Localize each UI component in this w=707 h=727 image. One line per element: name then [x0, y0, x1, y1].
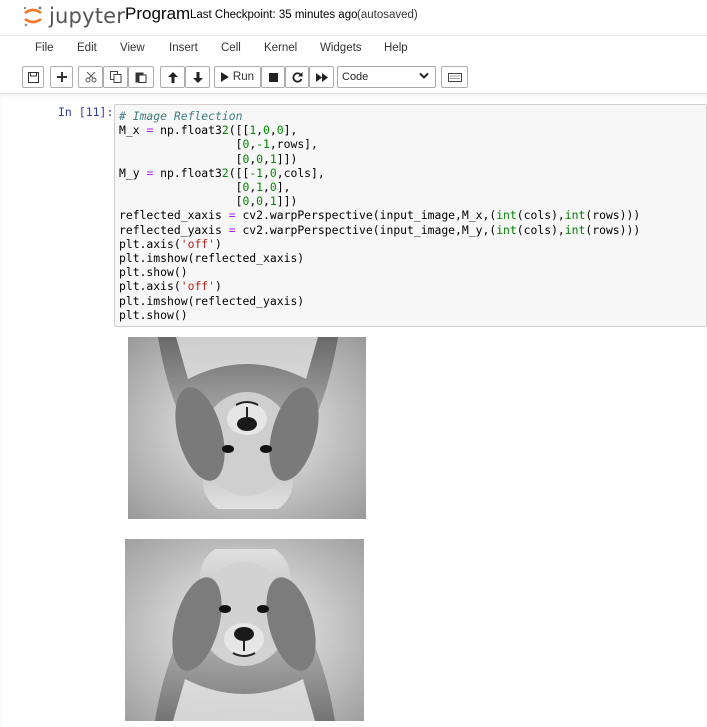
input-prompt: In [11]:: [58, 105, 114, 119]
code-line: plt.show(): [119, 265, 188, 280]
checkpoint-status: Last Checkpoint: 35 minutes ago: [190, 9, 358, 21]
jupyter-logo[interactable]: jupyter: [22, 4, 125, 28]
cell-type-select[interactable]: Code: [337, 66, 436, 88]
restart-button[interactable]: [285, 66, 309, 88]
restart-icon: [292, 71, 302, 83]
code-line: reflected_xaxis = cv2.warpPerspective(in…: [119, 208, 641, 223]
restart-run-all-button[interactable]: [309, 66, 334, 88]
output-image-reflected-y: [125, 539, 364, 721]
code-line: [0,0,1]]): [119, 194, 298, 209]
dog-image-flipped: [128, 337, 366, 519]
output-image-reflected-x: [128, 337, 366, 519]
code-line: [0,-1,rows],: [119, 137, 318, 152]
fast-forward-icon: [315, 72, 328, 82]
arrow-up-icon: [167, 71, 178, 83]
command-palette-button[interactable]: [441, 66, 468, 88]
menu-file[interactable]: File: [35, 42, 54, 54]
play-icon: [221, 72, 229, 82]
copy-button[interactable]: [103, 66, 128, 88]
jupyter-logo-icon: [22, 5, 44, 27]
save-icon: [27, 71, 39, 83]
code-line: plt.show(): [119, 307, 188, 322]
menu-kernel[interactable]: Kernel: [264, 42, 297, 54]
code-line: reflected_yaxis = cv2.warpPerspective(in…: [119, 222, 641, 237]
cell-type-value: Code: [342, 71, 369, 83]
insert-cell-button[interactable]: [50, 66, 73, 88]
stop-icon: [268, 72, 278, 82]
menu-view[interactable]: View: [120, 42, 145, 54]
code-line: [0,0,1]]): [119, 151, 298, 166]
code-line: plt.imshow(reflected_yaxis): [119, 293, 305, 308]
cut-icon: [85, 71, 96, 82]
save-button[interactable]: [22, 66, 44, 88]
menu-edit[interactable]: Edit: [77, 42, 97, 54]
notebook-header: jupyter Program Last Checkpoint: 35 minu…: [0, 0, 707, 34]
plus-icon: [56, 72, 67, 82]
menu-help[interactable]: Help: [384, 42, 408, 54]
notebook-toolbar: Run Code: [0, 62, 707, 92]
copy-icon: [109, 71, 121, 83]
arrow-down-icon: [192, 71, 203, 83]
code-line: plt.axis('off'): [119, 236, 222, 251]
code-cell[interactable]: # Image Reflection M_x = np.float32([[1,0…: [114, 104, 707, 327]
interrupt-button[interactable]: [261, 66, 285, 88]
code-editor[interactable]: # Image Reflection M_x = np.float32([[1,0…: [119, 109, 640, 322]
code-line: plt.imshow(reflected_xaxis): [119, 251, 305, 266]
run-label: Run: [232, 71, 254, 83]
code-line: M_x = np.float32([[1,0,0],: [119, 123, 298, 138]
run-button[interactable]: Run: [214, 66, 261, 88]
logo-text: jupyter: [49, 4, 126, 28]
menu-bar: File Edit View Insert Cell Kernel Widget…: [0, 35, 707, 61]
paste-button[interactable]: [128, 66, 154, 88]
code-line: M_y = np.float32([[-1,0,cols],: [119, 165, 325, 180]
paste-icon: [135, 72, 147, 83]
code-line: # Image Reflection: [119, 109, 243, 123]
menu-cell[interactable]: Cell: [221, 42, 241, 54]
menu-insert[interactable]: Insert: [169, 42, 198, 54]
chevron-down-icon: [419, 72, 429, 79]
move-down-button[interactable]: [185, 66, 210, 88]
autosave-status: (autosaved): [357, 9, 418, 21]
code-line: [0,1,0],: [119, 180, 291, 195]
dog-image-upright: [125, 539, 364, 721]
keyboard-icon: [447, 72, 462, 82]
code-line: plt.axis('off'): [119, 279, 222, 294]
move-up-button[interactable]: [160, 66, 185, 88]
cut-button[interactable]: [78, 66, 103, 88]
menu-widgets[interactable]: Widgets: [320, 42, 362, 54]
notebook-title[interactable]: Program: [125, 4, 190, 24]
